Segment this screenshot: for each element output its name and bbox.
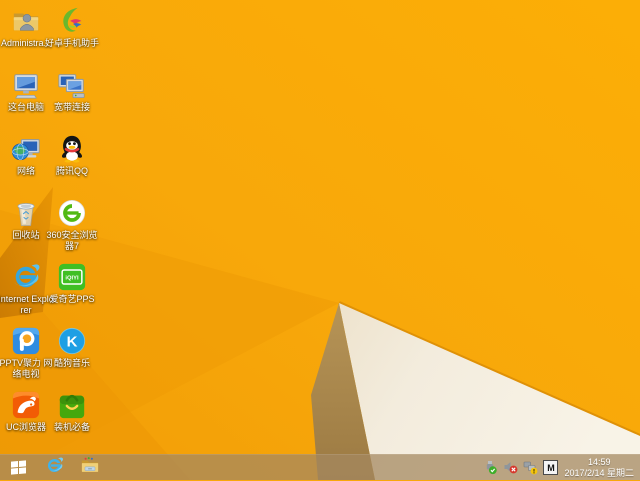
clock-time: 14:59 [587,456,611,467]
icon-label: 腾讯QQ [55,166,88,176]
qq-penguin-icon [57,134,87,164]
taskbar-clock[interactable]: 14:59 2017/2/14 星期二 [564,457,634,479]
haozhuo-assistant-icon [57,6,87,36]
software-bag-icon [57,390,87,420]
pptv-icon [11,326,41,356]
start-button[interactable] [3,455,33,481]
svg-text:iQIYI: iQIYI [65,276,79,282]
icon-label: 酷狗音乐 [53,358,90,368]
desktop-icon-broadband-connection[interactable]: 宽带连接 [43,70,101,113]
360-browser-icon [57,198,87,228]
icon-label: 360安全浏览器7 [46,230,98,251]
icon-label: 好卓手机助手 [44,38,99,48]
clock-date: 2017/2/14 星期二 [564,467,634,478]
desktop-icon-360-safe-browser[interactable]: 360安全浏览器7 [43,198,101,252]
icon-label: 爱奇艺PPS [49,294,95,304]
desktop-icon-iqiyi-pps[interactable]: iQIYI 爱奇艺PPS [43,262,101,305]
internet-explorer-icon [45,456,64,480]
network-limited-icon[interactable] [523,460,538,475]
icon-label: 装机必备 [53,422,90,432]
icon-label: 这台电脑 [7,102,44,112]
broadband-connection-icon [57,70,87,100]
desktop-icon-tencent-qq[interactable]: 腾讯QQ [43,134,101,177]
icon-label: 网络 [16,166,35,176]
kugou-icon: K [57,326,87,356]
ime-indicator[interactable]: M [543,460,559,475]
desktop-icon-haozhuo-assistant[interactable]: 好卓手机助手 [43,6,101,49]
iqiyi-icon: iQIYI [57,262,87,292]
icon-label: UC浏览器 [6,422,46,432]
safely-remove-hardware-icon[interactable] [483,460,498,475]
internet-explorer-icon [11,262,41,292]
icon-label: 宽带连接 [53,102,90,112]
volume-muted-icon[interactable] [503,460,518,475]
windows-flag-icon [10,460,26,475]
taskbar: M 14:59 2017/2/14 星期二 [0,454,640,480]
file-explorer-icon [80,456,100,479]
taskbar-internet-explorer-button[interactable] [39,455,69,481]
administrator-folder-icon [11,6,41,36]
desktop-icon-zhuangji-bibei[interactable]: 装机必备 [43,390,101,433]
this-pc-icon [11,70,41,100]
uc-browser-icon [11,390,41,420]
network-icon [11,134,41,164]
taskbar-file-explorer-button[interactable] [75,455,105,481]
recycle-bin-icon [11,198,41,228]
svg-text:K: K [67,334,78,351]
system-tray: M [483,460,559,475]
icon-label: 回收站 [12,230,40,240]
desktop-icon-kugou-music[interactable]: K 酷狗音乐 [43,326,101,369]
